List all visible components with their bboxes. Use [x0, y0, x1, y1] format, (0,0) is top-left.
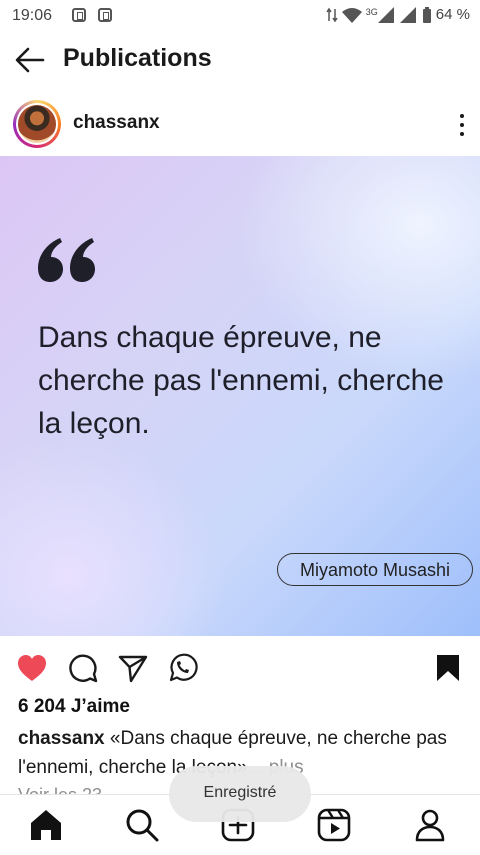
heart-filled-icon[interactable]	[16, 652, 48, 684]
caption-username[interactable]: chassanx	[18, 728, 105, 749]
saved-toast: Enregistré	[169, 766, 311, 822]
whatsapp-icon[interactable]	[166, 652, 198, 684]
post-header: chassanx	[0, 94, 480, 154]
likes-count[interactable]: 6 204 J’aime	[18, 696, 130, 718]
sim-card-icon	[98, 8, 112, 22]
profile-icon[interactable]	[412, 807, 448, 843]
app-bar: Publications	[0, 32, 480, 90]
home-icon[interactable]	[28, 807, 64, 843]
status-bar: 19:06 3G 64 %	[0, 0, 480, 32]
comment-icon[interactable]	[67, 652, 99, 684]
page-title: Publications	[63, 44, 212, 72]
author-badge: Miyamoto Musashi	[277, 553, 473, 586]
network-type: 3G	[365, 6, 378, 17]
post-actions	[0, 640, 480, 696]
wifi-icon	[341, 7, 362, 23]
avatar[interactable]	[13, 100, 61, 148]
signal-icon	[399, 6, 416, 23]
data-arrows-icon	[326, 7, 338, 22]
reels-icon[interactable]	[316, 807, 352, 843]
quote-author: Miyamoto Musashi	[299, 560, 451, 580]
status-right: 3G 64 %	[326, 6, 470, 23]
battery-level: 64 %	[435, 6, 470, 23]
more-options-icon[interactable]	[452, 112, 472, 138]
avatar-image	[18, 105, 56, 143]
toast-text: Enregistré	[203, 784, 277, 801]
quote-mark-icon	[38, 238, 95, 282]
status-time: 19:06	[12, 7, 53, 24]
battery-icon	[422, 6, 431, 23]
bookmark-filled-icon[interactable]	[432, 652, 464, 684]
search-icon[interactable]	[124, 807, 160, 843]
sim-card-icon	[72, 8, 86, 22]
back-arrow-icon[interactable]	[14, 44, 46, 76]
signal-icon	[377, 6, 394, 23]
post-username[interactable]: chassanx	[73, 112, 160, 134]
share-icon[interactable]	[117, 652, 149, 684]
quote-text: Dans chaque épreuve, ne cherche pas l'en…	[38, 321, 444, 440]
post-image[interactable]: Dans chaque épreuve, ne cherche pas l'en…	[0, 156, 480, 636]
